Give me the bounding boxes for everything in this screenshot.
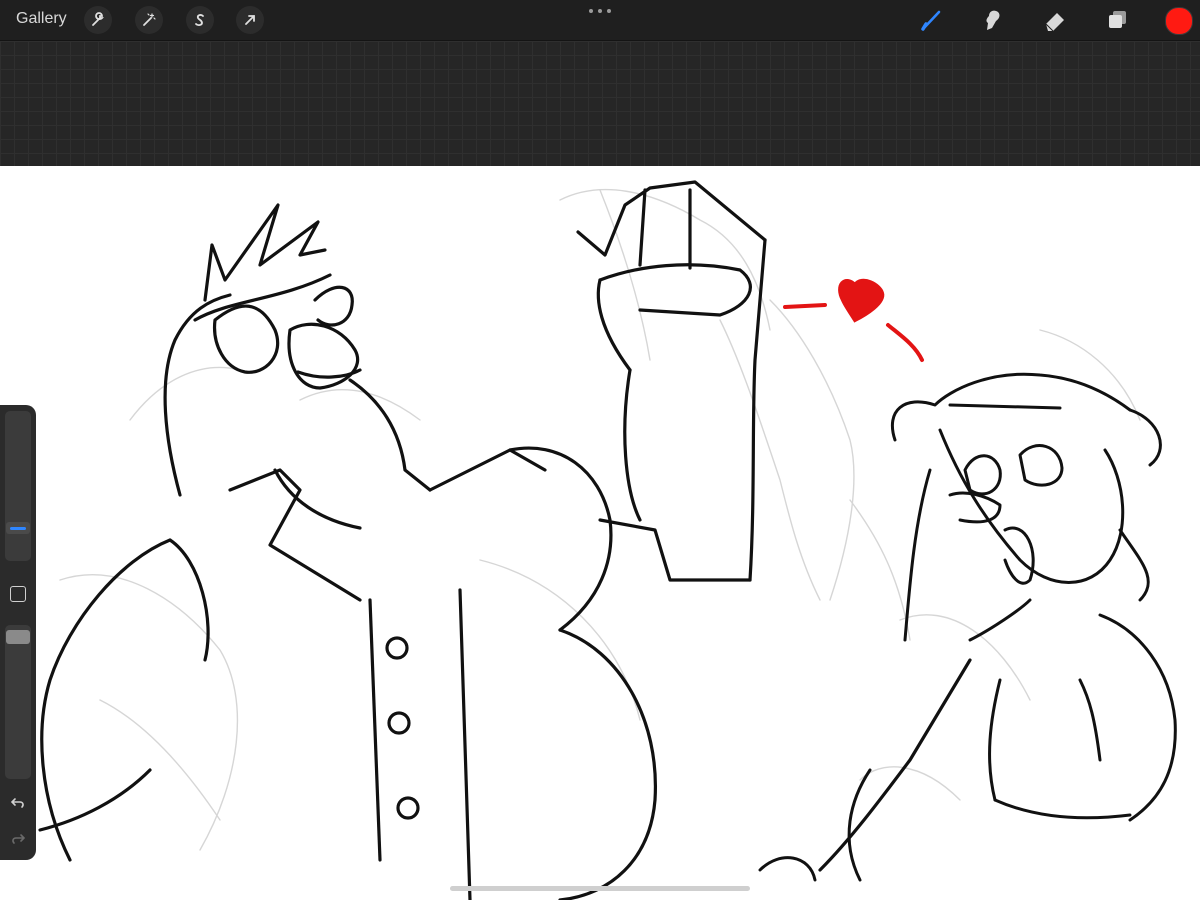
brush-size-slider[interactable] (5, 411, 31, 561)
drawing-canvas[interactable] (0, 166, 1200, 900)
modify-button[interactable] (10, 586, 26, 602)
side-toolbar (0, 405, 36, 860)
current-color-swatch[interactable] (1165, 7, 1193, 35)
opacity-slider[interactable] (5, 625, 31, 779)
eraser-icon[interactable] (1039, 4, 1071, 36)
redo-icon[interactable] (8, 829, 28, 849)
dot (598, 9, 602, 13)
home-indicator (450, 886, 750, 891)
gallery-button[interactable]: Gallery (16, 10, 67, 28)
brush-size-knob[interactable] (6, 522, 30, 534)
sketch-artwork (38, 180, 1177, 900)
red-heart-doodle (783, 278, 924, 362)
selection-s-icon[interactable] (186, 6, 214, 34)
smudge-icon[interactable] (977, 4, 1009, 36)
dot (589, 9, 593, 13)
layers-icon[interactable] (1101, 4, 1133, 36)
brush-icon[interactable] (916, 4, 948, 36)
canvas-surround-grid (0, 41, 1200, 166)
top-toolbar: Gallery (0, 0, 1200, 41)
wrench-icon[interactable] (84, 6, 112, 34)
transform-arrow-icon[interactable] (236, 6, 264, 34)
dot (607, 9, 611, 13)
more-options-dots-icon[interactable] (589, 6, 611, 16)
undo-icon[interactable] (8, 793, 28, 813)
magic-wand-icon[interactable] (135, 6, 163, 34)
opacity-knob[interactable] (6, 630, 30, 644)
character-left-lineart (38, 180, 972, 900)
